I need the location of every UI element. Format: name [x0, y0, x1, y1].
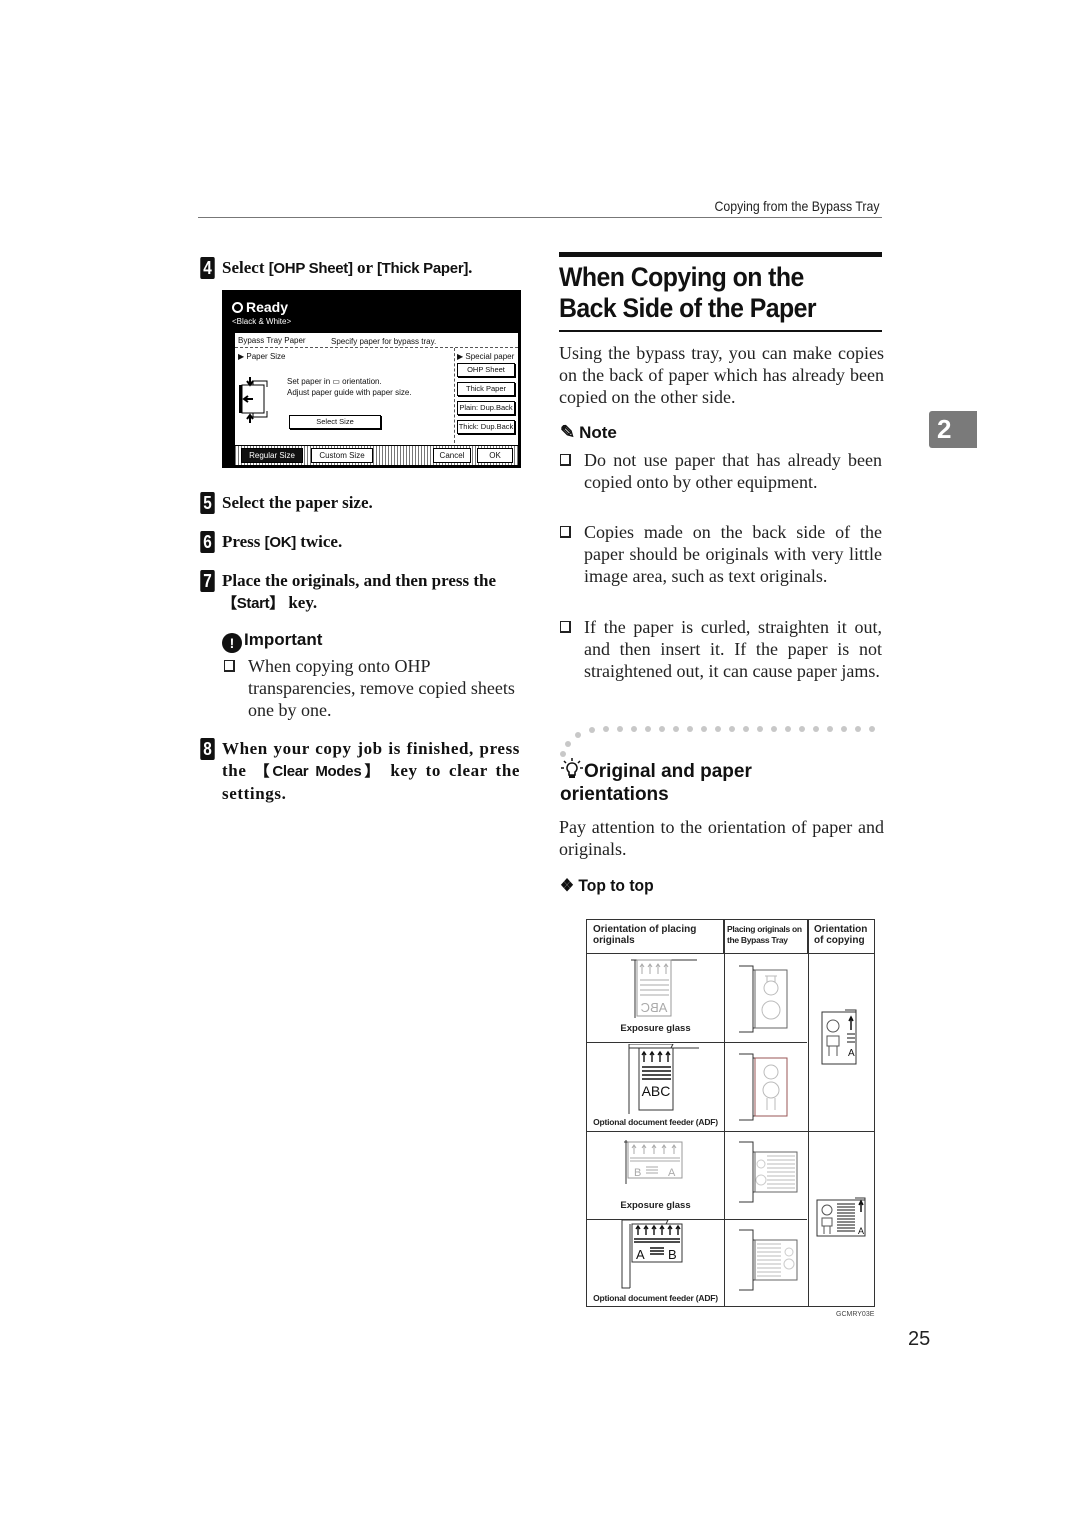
copy-result-portrait-diagram: A: [821, 1009, 857, 1065]
bypass-tray-panel: Bypass Tray Paper Specify paper for bypa…: [234, 332, 519, 466]
bypass-tray-row3-diagram: [739, 1141, 798, 1203]
step-4: 4 Select [OHP Sheet] or [Thick Paper].: [199, 257, 542, 280]
header-orientation-placing: Orientation of placing originals: [587, 920, 724, 953]
cancel-button[interactable]: Cancel: [433, 448, 471, 463]
b-text: B: [668, 1247, 677, 1262]
page-number: 25: [908, 1328, 931, 1350]
important-heading: ! Important: [222, 630, 322, 653]
a-text: A: [858, 1226, 864, 1236]
label-adf: Optional document feeder (ADF): [593, 1293, 718, 1303]
section-title: When Copying on the Back Side of the Pap…: [559, 262, 817, 323]
tip-heading: Original and paper orientations: [560, 758, 860, 806]
thick-paper-key: [Thick Paper]: [376, 260, 469, 277]
figure-code: GCMRY03E: [836, 1311, 875, 1318]
step-5: 5 Select the paper size.: [199, 492, 522, 514]
select-size-button[interactable]: Select Size: [289, 415, 381, 429]
tip-paragraph: Pay attention to the orientation of pape…: [559, 817, 884, 859]
checkbox-bullet-icon: [560, 454, 571, 466]
step-number: 7: [200, 570, 215, 592]
ok-key: [OK]: [264, 534, 297, 551]
step-number: 4: [200, 257, 215, 279]
bypass-tray-row4-diagram: [739, 1229, 798, 1291]
paper-size-label: ▶ Paper Size: [238, 352, 286, 361]
message-line-2: Adjust paper guide with paper size.: [287, 388, 412, 397]
step-7: 7 Place the originals, and then press the…: [199, 570, 522, 615]
top-to-top-heading: ❖ Top to top: [560, 876, 654, 895]
step-number: 8: [200, 738, 215, 760]
checkbox-bullet-icon: [560, 621, 571, 633]
a-text: A: [668, 1167, 676, 1179]
bypass-tray-icon: [239, 377, 268, 423]
pencil-icon: ✎: [560, 422, 576, 442]
lcd-screen: Ready <Black & White> Bypass Tray Paper …: [222, 290, 521, 468]
checkbox-bullet-icon: [224, 660, 235, 672]
a-text: A: [848, 1048, 855, 1059]
running-header-text: Copying from the Bypass Tray: [714, 198, 880, 214]
ready-icon: [232, 302, 243, 313]
custom-size-tab[interactable]: Custom Size: [311, 448, 373, 463]
step-6: 6 Press [OK] twice.: [199, 531, 522, 554]
panel-title: Bypass Tray Paper: [238, 336, 306, 345]
b-text: B: [634, 1167, 641, 1179]
chapter-tab: 2: [929, 411, 977, 448]
thick-paper-button[interactable]: Thick Paper: [457, 382, 515, 396]
label-exposure-glass: Exposure glass: [620, 1023, 691, 1034]
header-bypass-tray: Placing originals on the Bypass Tray: [724, 920, 808, 953]
header-orientation-copying: Orientation of copying: [814, 924, 868, 946]
ohp-sheet-button[interactable]: OHP Sheet: [457, 363, 515, 377]
message-line-1: Set paper in ▭ orientation.: [287, 377, 382, 386]
a-text: A: [636, 1247, 645, 1262]
running-header: Copying from the Bypass Tray: [198, 196, 882, 218]
ohp-sheet-key: [OHP Sheet]: [268, 260, 353, 277]
section-rule-top: [559, 252, 882, 257]
clear-modes-key: 【Clear Modes】: [254, 763, 383, 780]
copy-result-landscape-diagram: A: [816, 1197, 866, 1237]
checkbox-bullet-icon: [560, 526, 571, 538]
step-8: 8 When your copy job is finished, press t…: [199, 738, 520, 805]
bypass-tray-row2-diagram: [739, 1053, 788, 1121]
start-key: 【Start】: [222, 595, 285, 612]
lightbulb-icon: [561, 758, 583, 778]
special-paper-label: ▶ Special paper: [457, 352, 515, 361]
dotted-divider: [560, 726, 875, 757]
label-adf: Optional document feeder (ADF): [593, 1117, 718, 1127]
important-item: When copying onto OHP transparencies, re…: [224, 655, 522, 721]
note-item: Copies made on the back side of the pape…: [560, 521, 882, 587]
lcd-bottom-bar: Regular Size Custom Size Cancel OK: [235, 445, 518, 465]
step-number: 6: [200, 531, 215, 553]
intro-paragraph: Using the bypass tray, you can make copi…: [559, 343, 884, 407]
bypass-tray-row1-diagram: [739, 965, 788, 1033]
regular-size-tab[interactable]: Regular Size: [241, 448, 303, 463]
plain-dup-back-button[interactable]: Plain: Dup.Back: [457, 401, 515, 415]
adf-landscape-diagram: A B: [621, 1220, 683, 1289]
step-number: 5: [200, 492, 215, 514]
note-heading: ✎ Note: [560, 422, 617, 442]
abc-mirrored-text: ABC: [641, 1000, 668, 1015]
exposure-glass-landscape-diagram: B A: [624, 1140, 683, 1184]
note-item: Do not use paper that has already been c…: [560, 449, 882, 493]
ok-button[interactable]: OK: [477, 448, 513, 463]
adf-portrait-diagram: ABC: [628, 1044, 699, 1114]
ready-status: Ready: [232, 299, 288, 315]
thick-dup-back-button[interactable]: Thick: Dup.Back: [457, 420, 515, 434]
abc-text: ABC: [642, 1083, 671, 1099]
color-mode: <Black & White>: [232, 317, 292, 326]
section-rule-bottom: [559, 330, 882, 332]
label-exposure-glass: Exposure glass: [620, 1200, 691, 1211]
exclamation-badge-icon: !: [222, 633, 242, 653]
panel-instruction: Specify paper for bypass tray.: [331, 337, 437, 346]
orientation-figure: Orientation of placing originals Placing…: [586, 919, 875, 1307]
note-item: If the paper is curled, straighten it ou…: [560, 616, 882, 682]
exposure-glass-portrait-diagram: ABC: [631, 959, 697, 1018]
